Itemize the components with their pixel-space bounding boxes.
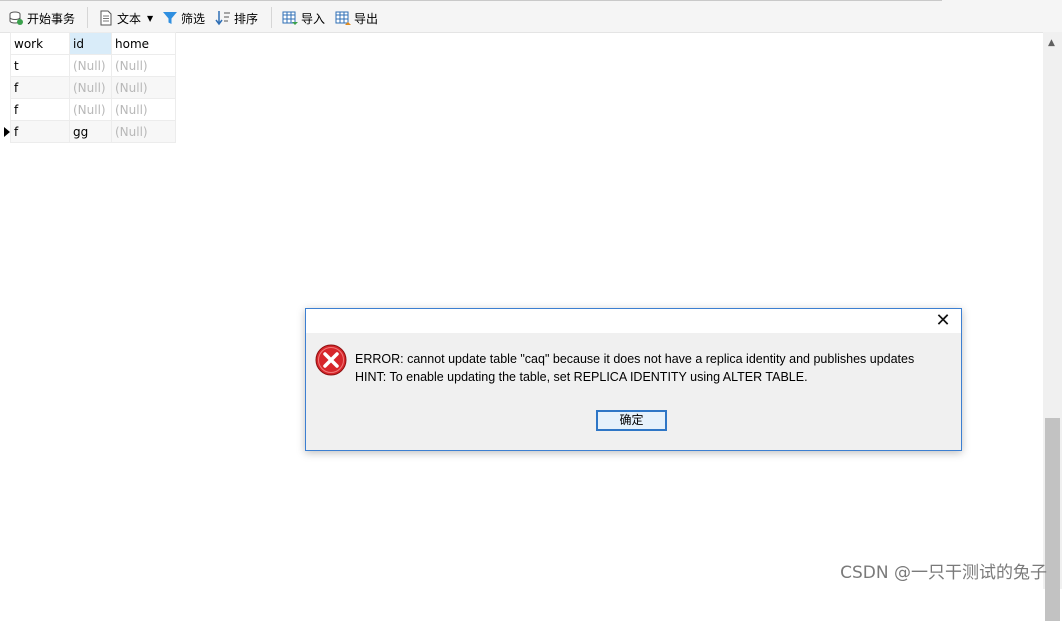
row-header[interactable] (0, 98, 11, 121)
import-label: 导入 (301, 11, 326, 26)
database-icon (8, 10, 24, 26)
filter-label: 筛选 (181, 11, 206, 26)
begin-transaction-button[interactable]: 开始事务 (8, 8, 75, 28)
table-row[interactable]: t (Null) (Null) (0, 54, 176, 77)
row-header-current[interactable] (0, 120, 11, 143)
table-cell[interactable]: t (10, 54, 70, 77)
row-header[interactable] (0, 54, 11, 77)
error-message: ERROR: cannot update table "caq" because… (355, 350, 914, 386)
column-header-id[interactable]: id (69, 32, 112, 55)
import-button[interactable]: 导入 (282, 8, 325, 28)
column-header-work[interactable]: work (10, 32, 70, 55)
document-icon (98, 10, 114, 26)
export-label: 导出 (354, 11, 379, 26)
sort-label: 排序 (234, 11, 259, 26)
column-header-home[interactable]: home (111, 32, 176, 55)
table-cell[interactable]: (Null) (111, 120, 176, 143)
chevron-down-icon[interactable]: ▼ (147, 14, 153, 23)
table-cell-edited[interactable]: gg (69, 120, 112, 143)
toolbar-divider (87, 7, 88, 28)
table-export-icon (335, 10, 351, 26)
export-button[interactable]: 导出 (335, 8, 378, 28)
error-icon (315, 344, 347, 376)
table-cell[interactable]: (Null) (69, 98, 112, 121)
filter-button[interactable]: 筛选 (162, 8, 205, 28)
scrollbar-thumb[interactable] (1045, 418, 1060, 621)
table-row[interactable]: f gg (Null) (0, 120, 176, 143)
current-row-arrow-icon (4, 126, 10, 137)
hint-line: HINT: To enable updating the table, set … (355, 370, 808, 384)
sort-icon (215, 10, 231, 26)
text-label: 文本 (117, 11, 142, 26)
toolbar-top-border (0, 0, 942, 1)
table-cell[interactable]: f (10, 120, 70, 143)
toolbar: 开始事务 文本 ▼ 筛选 排序 导入 导出 (0, 0, 1062, 33)
watermark: CSDN @一只干测试的兔子 (840, 563, 1047, 583)
table-cell[interactable]: (Null) (111, 54, 176, 77)
text-button[interactable]: 文本 ▼ (98, 8, 153, 28)
table-cell[interactable]: (Null) (111, 98, 176, 121)
table-cell[interactable]: f (10, 98, 70, 121)
vertical-scrollbar[interactable]: ▲ (1043, 32, 1062, 621)
grid-header-row: work id home (0, 32, 176, 55)
row-header-corner (0, 32, 11, 55)
toolbar-divider (271, 7, 272, 28)
scroll-up-arrow-icon[interactable]: ▲ (1048, 38, 1055, 48)
row-header[interactable] (0, 76, 11, 99)
filter-icon (162, 10, 178, 26)
table-cell[interactable]: (Null) (69, 54, 112, 77)
table-row[interactable]: f (Null) (Null) (0, 76, 176, 99)
ok-button[interactable]: 确定 (596, 410, 667, 431)
dialog-titlebar[interactable]: ✕ (306, 309, 961, 333)
table-row[interactable]: f (Null) (Null) (0, 98, 176, 121)
begin-transaction-label: 开始事务 (27, 11, 76, 26)
table-cell[interactable]: (Null) (111, 76, 176, 99)
sort-button[interactable]: 排序 (215, 8, 258, 28)
error-line: ERROR: cannot update table "caq" because… (355, 352, 915, 366)
data-grid: work id home t (Null) (Null) f (Null) (N… (0, 32, 176, 143)
table-cell[interactable]: f (10, 76, 70, 99)
table-import-icon (282, 10, 298, 26)
error-dialog: ✕ ERROR: cannot update table "caq" becau… (305, 308, 962, 451)
table-cell[interactable]: (Null) (69, 76, 112, 99)
close-icon[interactable]: ✕ (933, 311, 953, 331)
